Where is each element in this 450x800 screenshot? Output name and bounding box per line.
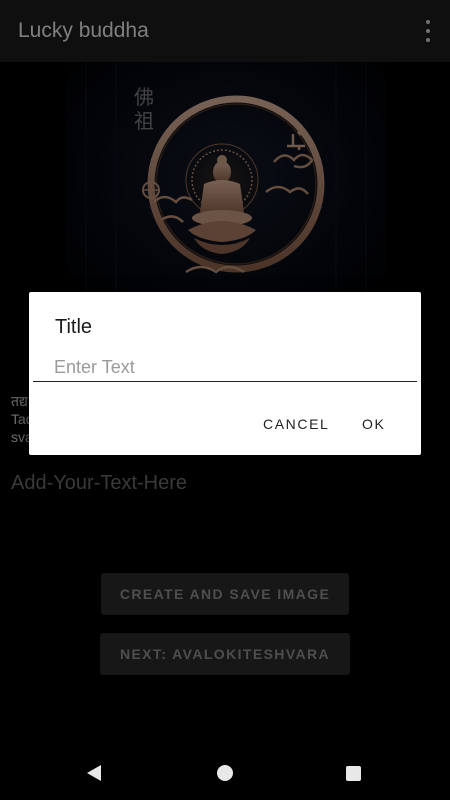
back-icon[interactable] [86,764,102,782]
cancel-button[interactable]: CANCEL [263,416,329,432]
recents-icon[interactable] [346,766,361,781]
navigation-bar [0,748,450,800]
screen: Lucky buddha 佛 祖 तद्य Tad sva Add-Your-T… [0,0,450,800]
home-icon[interactable] [217,765,233,781]
dialog-title: Title [55,316,93,338]
ok-button[interactable]: OK [362,416,385,432]
enter-text-input[interactable] [33,354,417,382]
text-input-dialog: Title CANCEL OK [29,292,421,455]
